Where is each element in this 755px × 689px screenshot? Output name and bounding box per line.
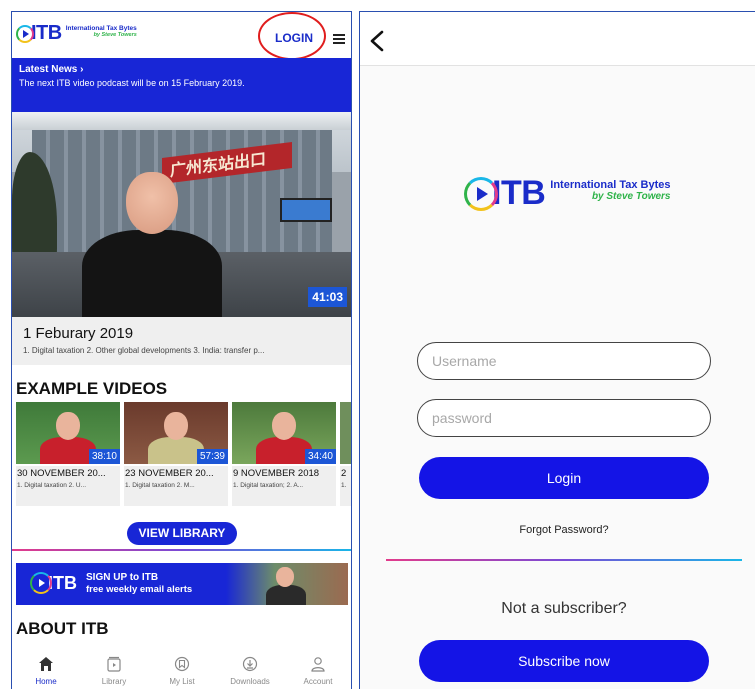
play-ring-icon [30,572,52,594]
tagline-top: International Tax Bytes [550,179,671,191]
featured-description: 1. Digital taxation 2. Other global deve… [23,346,265,355]
presenter-photo [266,567,306,605]
play-ring-icon [16,24,34,43]
tab-my-list[interactable]: My List [148,650,216,689]
latest-news-bar[interactable]: Latest News › The next ITB video podcast… [12,58,351,112]
forgot-password-link[interactable]: Forgot Password? [360,524,755,536]
itb-logo[interactable]: ITB International Tax Bytes by Steve Tow… [16,22,137,45]
video-thumbnail: 57:39 [124,402,228,464]
video-title: 2 [341,468,347,479]
video-title: 30 NOVEMBER 20... [17,468,106,479]
downloads-icon [242,656,258,672]
screenshot-root: ITB International Tax Bytes by Steve Tow… [0,0,755,689]
station-screen [280,198,332,222]
not-subscriber-text: Not a subscriber? [501,600,627,617]
video-description: 1. [341,482,347,489]
logo-tagline: International Tax Bytes by Steve Towers [550,179,670,202]
password-field[interactable] [417,399,711,437]
gradient-divider [386,559,742,561]
logo-tagline: International Tax Bytes by Steve Towers [66,25,137,38]
video-title: 23 NOVEMBER 20... [125,468,214,479]
video-title: 9 NOVEMBER 2018 [233,468,320,479]
view-library-button[interactable]: VIEW LIBRARY [127,522,237,545]
tab-label: Home [35,677,57,686]
my-list-icon [174,656,190,672]
tagline-bottom: by Steve Towers [591,191,671,202]
example-videos-carousel[interactable]: 38:10 30 NOVEMBER 20... 1. Digital taxat… [16,402,351,506]
account-icon [311,657,325,672]
login-top-bar [360,12,755,66]
featured-episode-caption[interactable]: 1 Feburary 2019 1. Digital taxation 2. O… [12,317,351,365]
featured-video-thumbnail[interactable]: 广州东站出口 41:03 [12,112,351,317]
duration-badge: 38:10 [88,449,120,464]
logo-text: ITB [492,174,546,212]
bottom-tab-bar: Home Library My List Downloads Account [12,650,351,689]
tagline-bottom: by Steve Towers [93,32,137,38]
latest-news-text: The next ITB video podcast will be on 15… [19,78,245,88]
video-card[interactable]: 57:39 23 NOVEMBER 20... 1. Digital taxat… [124,402,228,506]
home-icon [39,657,53,671]
library-icon [107,656,121,672]
video-thumbnail: 38:10 [16,402,120,464]
tab-library[interactable]: Library [80,650,148,689]
play-ring-icon [464,176,498,211]
tab-label: Library [101,677,127,686]
banner-line2: free weekly email alerts [86,584,193,595]
duration-badge: 57:39 [196,449,228,464]
tab-account[interactable]: Account [284,650,351,689]
banner-logo: ITB [30,572,77,594]
login-link[interactable]: LOGIN [275,31,313,45]
hamburger-icon[interactable] [333,34,345,44]
gradient-divider [12,549,351,551]
username-field[interactable] [417,342,711,380]
chevron-left-icon[interactable] [368,30,386,52]
example-videos-heading: EXAMPLE VIDEOS [16,379,168,398]
video-thumbnail: 34:40 [232,402,336,464]
signup-banner[interactable]: ITB SIGN UP to ITB free weekly email ale… [16,563,348,605]
subscribe-button[interactable]: Subscribe now [419,640,709,682]
video-description: 1. Digital taxation; 2. A... [233,482,304,489]
latest-news-heading: Latest News › [19,64,84,75]
logo-text: ITB [31,22,62,44]
login-button[interactable]: Login [419,457,709,499]
app-header: ITB International Tax Bytes by Steve Tow… [12,12,351,60]
featured-title: 1 Feburary 2019 [23,325,134,342]
video-description: 1. Digital taxation 2. U... [17,482,87,489]
itb-logo: ITB International Tax Bytes by Steve Tow… [464,174,671,213]
banner-line1: SIGN UP to ITB [86,572,159,583]
tab-label: Downloads [230,677,270,686]
video-thumbnail [340,402,351,464]
home-screen: ITB International Tax Bytes by Steve Tow… [11,11,352,689]
tab-label: My List [169,677,195,686]
video-card[interactable]: 34:40 9 NOVEMBER 2018 1. Digital taxatio… [232,402,336,506]
video-card[interactable]: 38:10 30 NOVEMBER 20... 1. Digital taxat… [16,402,120,506]
duration-badge: 34:40 [304,449,336,464]
tab-label: Account [303,677,333,686]
tab-downloads[interactable]: Downloads [216,650,284,689]
presenter-photo [82,172,222,317]
video-description: 1. Digital taxation 2. M... [125,482,195,489]
about-heading: ABOUT ITB [16,619,109,638]
video-card[interactable]: 2 1. [340,402,351,506]
login-screen: ITB International Tax Bytes by Steve Tow… [359,11,755,689]
tagline-top: International Tax Bytes [65,25,137,32]
banner-logo-text: ITB [48,572,77,593]
tab-home[interactable]: Home [12,650,80,689]
featured-duration-badge: 41:03 [308,287,347,307]
